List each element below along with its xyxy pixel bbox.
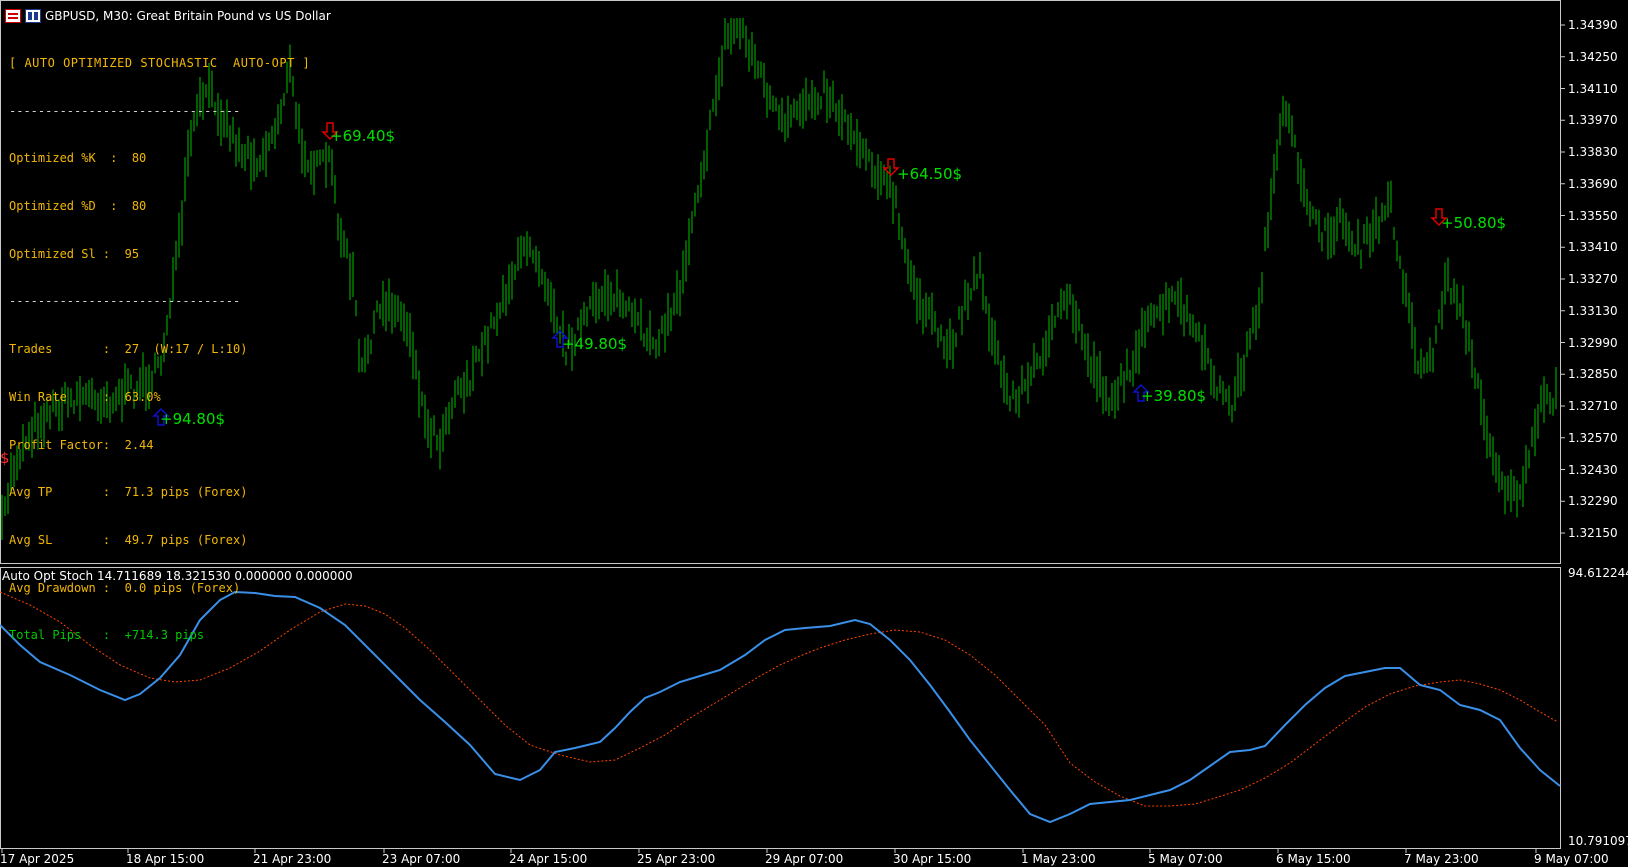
time-tick: 18 Apr 15:00 [126, 852, 205, 866]
avg-drawdown-stat: Avg Drawdown : 0.0 pips (Forex) [9, 580, 241, 595]
left-edge-profit-label: $ [0, 449, 10, 467]
time-tick: 30 Apr 15:00 [893, 852, 972, 866]
price-tick: 1.33970 [1568, 113, 1618, 127]
time-tick: 17 Apr 2025 [0, 852, 75, 866]
avg-tp-stat: Avg TP : 71.3 pips (Forex) [9, 485, 248, 500]
time-tick: 29 Apr 07:00 [765, 852, 844, 866]
trade-label: +49.80$ [562, 335, 628, 353]
price-tick: 1.32430 [1568, 463, 1618, 477]
indicator-scale-max: 94.612244 [1568, 566, 1628, 580]
optimized-k: Optimized %K : 80 [9, 151, 147, 166]
price-tick: 1.32990 [1568, 336, 1618, 350]
price-tick: 1.32150 [1568, 526, 1618, 540]
calendar-icon[interactable] [5, 9, 21, 23]
time-tick: 25 Apr 23:00 [637, 852, 716, 866]
symbol-title: GBPUSD, M30: Great Britain Pound vs US D… [45, 9, 331, 23]
sell-arrow-icon [882, 158, 900, 177]
price-tick: 1.34250 [1568, 50, 1618, 64]
chart-window-icon[interactable] [25, 9, 41, 23]
total-pips-stat: Total Pips : +714.3 pips [9, 628, 205, 643]
trade-label: +94.80$ [160, 410, 226, 428]
time-tick: 23 Apr 07:00 [382, 852, 461, 866]
time-tick: 24 Apr 15:00 [509, 852, 588, 866]
trade-label: +50.80$ [1441, 214, 1507, 232]
time-tick: 7 May 23:00 [1404, 852, 1479, 866]
price-tick: 1.32850 [1568, 367, 1618, 381]
price-tick: 1.32570 [1568, 431, 1618, 445]
avg-sl-stat: Avg SL : 49.7 pips (Forex) [9, 533, 248, 547]
price-tick: 1.34110 [1568, 82, 1618, 96]
win-rate-stat: Win Rate : 63.0% [9, 389, 161, 404]
chart-header: GBPUSD, M30: Great Britain Pound vs US D… [5, 8, 331, 24]
trade-label: +39.80$ [1141, 387, 1207, 405]
price-tick: 1.33830 [1568, 145, 1618, 159]
time-tick: 21 Apr 23:00 [253, 852, 332, 866]
indicator-title: Auto Opt Stoch 14.711689 18.321530 0.000… [2, 569, 353, 583]
price-tick: 1.33550 [1568, 209, 1618, 223]
optimized-d: Optimized %D : 80 [9, 198, 147, 213]
price-tick: 1.34390 [1568, 18, 1618, 32]
price-tick: 1.33690 [1568, 177, 1618, 191]
time-tick: 6 May 15:00 [1276, 852, 1351, 866]
trades-stat: Trades : 27 (W:17 / L:10) [9, 342, 248, 357]
price-tick: 1.33270 [1568, 272, 1618, 286]
optimized-sl: Optimized Sl : 95 [9, 246, 140, 261]
time-tick: 1 May 23:00 [1021, 852, 1096, 866]
indicator-scale-min: 10.791097 [1568, 834, 1628, 848]
trade-label: +64.50$ [897, 165, 963, 183]
time-tick: 5 May 07:00 [1148, 852, 1223, 866]
price-tick: 1.32710 [1568, 399, 1618, 413]
price-tick: 1.33410 [1568, 240, 1618, 254]
time-tick: 9 May 07:00 [1534, 852, 1609, 866]
price-tick: 1.32290 [1568, 494, 1618, 508]
profit-factor-stat: Profit Factor: 2.44 [9, 437, 154, 452]
stats-panel: [ AUTO OPTIMIZED STOCHASTIC AUTO-OPT ] -… [9, 24, 310, 660]
panel-separator-2: -------------------------------- [9, 294, 241, 309]
trade-label: +69.40$ [330, 127, 396, 145]
panel-separator: -------------------------------- [9, 103, 241, 118]
price-tick: 1.33130 [1568, 304, 1618, 318]
panel-title: [ AUTO OPTIMIZED STOCHASTIC AUTO-OPT ] [9, 55, 311, 70]
